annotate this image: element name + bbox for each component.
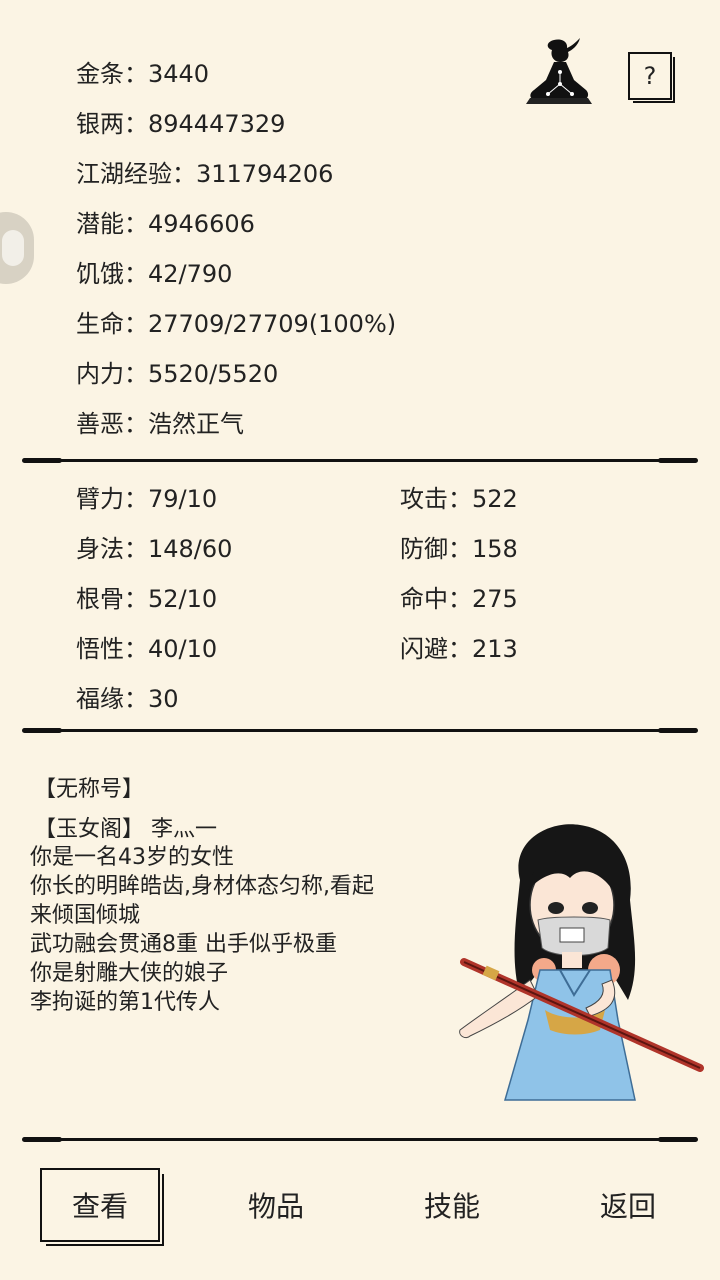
stat-label: 生命: [76, 310, 124, 338]
attr-agility: 身法：148/60: [76, 534, 232, 564]
stat-hunger: 饥饿：42/790: [76, 259, 232, 289]
separator: ：: [124, 585, 148, 613]
nav-items-button[interactable]: 物品: [216, 1168, 336, 1242]
stat-label: 善恶: [76, 410, 124, 438]
help-button[interactable]: ?: [628, 52, 675, 103]
stat-gold-bars: 金条：3440: [76, 59, 209, 89]
separator: ：: [124, 60, 148, 88]
meditation-figure-icon[interactable]: [524, 36, 594, 108]
bio-line: 李拘诞的第1代传人: [30, 990, 220, 1015]
separator: ：: [448, 485, 472, 513]
bio-line: 你是一名43岁的女性: [30, 845, 234, 870]
attr-label: 根骨: [76, 585, 124, 613]
separator: ：: [124, 635, 148, 663]
nav-view-button[interactable]: 查看: [40, 1168, 164, 1246]
attr-accuracy: 命中：275: [400, 584, 518, 614]
stat-morality: 善恶：浩然正气: [76, 409, 244, 439]
stat-value: 浩然正气: [148, 410, 244, 438]
divider-middle: [22, 728, 698, 733]
stat-label: 银两: [76, 110, 124, 138]
separator: ：: [448, 635, 472, 663]
stat-value: 3440: [148, 60, 210, 88]
nav-label: 技能: [423, 1190, 480, 1223]
nav-back-button[interactable]: 返回: [568, 1168, 688, 1242]
separator: ：: [124, 410, 148, 438]
attr-label: 闪避: [400, 635, 448, 663]
stat-label: 潜能: [76, 210, 124, 238]
help-label: ?: [643, 62, 657, 90]
stat-value: 4946606: [148, 210, 255, 238]
title-line: 【无称号】: [34, 777, 145, 802]
divider-bottom: [22, 1137, 698, 1142]
attr-evasion: 闪避：213: [400, 634, 518, 664]
attr-value: 40/10: [148, 635, 218, 663]
stat-value: 311794206: [196, 160, 334, 188]
stat-value: 27709/27709(100%): [148, 310, 397, 338]
stat-potential: 潜能：4946606: [76, 209, 255, 239]
stat-label: 内力: [76, 360, 124, 388]
attr-label: 命中: [400, 585, 448, 613]
separator: ：: [124, 360, 148, 388]
attr-value: 30: [148, 685, 179, 713]
attr-value: 79/10: [148, 485, 218, 513]
stat-label: 饥饿: [76, 260, 124, 288]
attr-value: 522: [472, 485, 518, 513]
sect-name-line: 【玉女阁】 李灬一: [34, 817, 217, 842]
nav-label: 查看: [71, 1190, 128, 1223]
stat-silver: 银两：894447329: [76, 109, 285, 139]
stat-value: 42/790: [148, 260, 233, 288]
bio-line: 你是射雕大侠的娘子: [30, 961, 229, 986]
stat-value: 5520/5520: [148, 360, 279, 388]
attr-value: 52/10: [148, 585, 218, 613]
attr-value: 275: [472, 585, 518, 613]
bio-line: 武功融会贯通8重 出手似乎极重: [30, 932, 337, 957]
bio-line: 你长的明眸皓齿,身材体态匀称,看起: [30, 874, 374, 899]
bio-line: 来倾国倾城: [30, 903, 141, 928]
separator: ：: [448, 585, 472, 613]
attr-label: 悟性: [76, 635, 124, 663]
separator: ：: [124, 110, 148, 138]
attr-value: 148/60: [148, 535, 233, 563]
separator: ：: [124, 310, 148, 338]
stat-value: 894447329: [148, 110, 286, 138]
attr-attack: 攻击：522: [400, 484, 518, 514]
separator: ：: [124, 535, 148, 563]
separator: ：: [124, 210, 148, 238]
attr-luck: 福缘：30: [76, 684, 179, 714]
stat-inner-force: 内力：5520/5520: [76, 359, 278, 389]
side-float-handle[interactable]: [0, 212, 34, 284]
stat-label: 江湖经验: [76, 160, 172, 188]
stat-experience: 江湖经验：311794206: [76, 159, 333, 189]
nav-skills-button[interactable]: 技能: [392, 1168, 512, 1242]
attr-label: 臂力: [76, 485, 124, 513]
attr-label: 防御: [400, 535, 448, 563]
separator: ：: [124, 485, 148, 513]
attr-defense: 防御：158: [400, 534, 518, 564]
attr-label: 攻击: [400, 485, 448, 513]
nav-label: 物品: [247, 1190, 304, 1223]
character-portrait: [459, 824, 704, 1101]
nav-label: 返回: [599, 1190, 656, 1223]
separator: ：: [124, 260, 148, 288]
stat-label: 金条: [76, 60, 124, 88]
divider-top: [22, 458, 698, 463]
separator: ：: [124, 685, 148, 713]
attr-strength: 臂力：79/10: [76, 484, 217, 514]
attr-comprehension: 悟性：40/10: [76, 634, 217, 664]
separator: ：: [172, 160, 196, 188]
attr-label: 福缘: [76, 685, 124, 713]
attr-value: 158: [472, 535, 518, 563]
separator: ：: [448, 535, 472, 563]
attr-constitution: 根骨：52/10: [76, 584, 217, 614]
attr-label: 身法: [76, 535, 124, 563]
stat-health: 生命：27709/27709(100%): [76, 309, 396, 339]
attr-value: 213: [472, 635, 518, 663]
